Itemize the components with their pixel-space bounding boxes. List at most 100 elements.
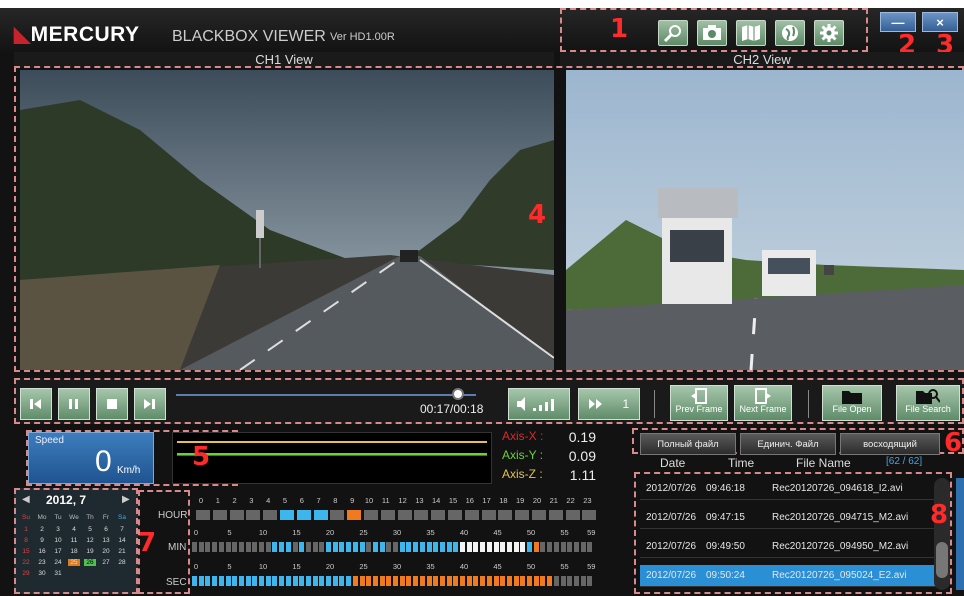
next-button[interactable]	[134, 388, 166, 420]
second-segment[interactable]	[326, 576, 331, 586]
calendar-day[interactable]: 24	[52, 559, 64, 566]
second-segment[interactable]	[426, 576, 432, 586]
calendar-day[interactable]: 17	[52, 548, 64, 555]
minute-segment[interactable]	[460, 542, 465, 552]
calendar-next-button[interactable]: ▶	[122, 494, 130, 505]
minute-segment[interactable]	[553, 542, 559, 552]
minute-segment[interactable]	[399, 542, 405, 552]
second-segment[interactable]	[480, 576, 486, 586]
minute-segment[interactable]	[573, 542, 579, 552]
zoom-search-button[interactable]	[658, 20, 688, 46]
minute-segment[interactable]	[527, 542, 532, 552]
second-segment[interactable]	[386, 576, 392, 586]
calendar-day[interactable]: 6	[100, 526, 112, 533]
minute-segment[interactable]	[252, 542, 258, 552]
minute-segment[interactable]	[540, 542, 546, 552]
scrollbar-thumb[interactable]	[936, 542, 948, 578]
hour-segment[interactable]	[464, 510, 479, 520]
minute-segment[interactable]	[265, 542, 271, 552]
tab-single-file[interactable]: Единич. Файл	[740, 433, 836, 455]
second-segment[interactable]	[319, 576, 325, 586]
calendar-day[interactable]: 23	[36, 559, 48, 566]
minute-segment[interactable]	[533, 542, 539, 552]
calendar-day[interactable]: 22	[20, 559, 32, 566]
minute-segment[interactable]	[198, 542, 204, 552]
second-segment[interactable]	[520, 576, 526, 586]
hour-segment[interactable]	[431, 510, 446, 520]
minute-segment[interactable]	[366, 542, 372, 552]
second-segment[interactable]	[305, 576, 311, 586]
second-segment[interactable]	[506, 576, 512, 586]
second-segment[interactable]	[212, 576, 218, 586]
hour-segment[interactable]	[397, 510, 412, 520]
minute-segment[interactable]	[212, 542, 218, 552]
hour-segment[interactable]	[229, 510, 244, 520]
calendar-day[interactable]: 7	[116, 526, 128, 533]
minute-segment[interactable]	[299, 542, 305, 552]
second-segment[interactable]	[540, 576, 546, 586]
minute-segment[interactable]	[426, 542, 432, 552]
minute-segment[interactable]	[238, 542, 244, 552]
minute-segment[interactable]	[439, 542, 445, 552]
calendar-day[interactable]: 4	[68, 526, 80, 533]
second-segment[interactable]	[580, 576, 586, 586]
minute-segment[interactable]	[352, 542, 358, 552]
hour-segment[interactable]	[296, 510, 311, 520]
calendar-prev-button[interactable]: ◀	[22, 494, 30, 505]
second-segment[interactable]	[587, 576, 593, 586]
minute-segment[interactable]	[393, 542, 398, 552]
second-segment[interactable]	[533, 576, 539, 586]
hour-segment[interactable]	[532, 510, 546, 520]
second-segment[interactable]	[359, 576, 365, 586]
second-segment[interactable]	[500, 576, 506, 586]
file-search-button[interactable]: File Search	[896, 385, 960, 421]
second-segment[interactable]	[573, 576, 579, 586]
hour-segment[interactable]	[330, 510, 345, 520]
hour-segment[interactable]	[364, 510, 378, 520]
seek-knob[interactable]	[452, 388, 464, 400]
calendar-day[interactable]: 26	[84, 559, 96, 566]
second-segment[interactable]	[433, 576, 439, 586]
second-segment[interactable]	[486, 576, 492, 586]
hour-segment[interactable]	[263, 510, 278, 520]
minute-segment[interactable]	[480, 542, 486, 552]
file-list-scrollbar[interactable]	[934, 478, 950, 590]
minute-segment[interactable]	[486, 542, 492, 552]
minute-segment[interactable]	[587, 542, 593, 552]
hour-segment[interactable]	[313, 510, 328, 520]
minute-segment[interactable]	[225, 542, 231, 552]
minute-segment[interactable]	[580, 542, 586, 552]
calendar-day[interactable]: 21	[116, 548, 128, 555]
hour-segment[interactable]	[481, 510, 496, 520]
second-segment[interactable]	[225, 576, 231, 586]
second-segment[interactable]	[372, 576, 378, 586]
calendar-day[interactable]: 3	[52, 526, 64, 533]
stop-button[interactable]	[96, 388, 128, 420]
second-segment[interactable]	[192, 576, 197, 586]
second-segment[interactable]	[567, 576, 573, 586]
calendar-day[interactable]: 30	[36, 570, 48, 577]
minimize-button[interactable]: —	[880, 12, 916, 32]
second-segment[interactable]	[527, 576, 532, 586]
minute-segment[interactable]	[346, 542, 352, 552]
ch1-video[interactable]	[20, 70, 554, 370]
tab-full-file[interactable]: Полный файл	[640, 433, 736, 455]
file-row[interactable]: 2012/07/26 09:47:15 Rec20120726_094715_M2.…	[640, 507, 936, 529]
minute-segment[interactable]	[500, 542, 506, 552]
calendar-day[interactable]: 19	[84, 548, 96, 555]
second-segment[interactable]	[419, 576, 425, 586]
minute-segment[interactable]	[272, 542, 278, 552]
calendar-day[interactable]: 14	[116, 537, 128, 544]
second-segment[interactable]	[346, 576, 352, 586]
map-button[interactable]	[736, 20, 766, 46]
prev-button[interactable]	[20, 388, 52, 420]
minute-segment[interactable]	[386, 542, 392, 552]
second-segment[interactable]	[312, 576, 318, 586]
minute-segment[interactable]	[379, 542, 385, 552]
second-segment[interactable]	[466, 576, 472, 586]
seek-track[interactable]	[176, 394, 476, 396]
volume-button[interactable]	[508, 388, 570, 420]
calendar-day[interactable]: 2	[36, 526, 48, 533]
minute-segment[interactable]	[560, 542, 566, 552]
calendar-day[interactable]: 27	[100, 559, 112, 566]
